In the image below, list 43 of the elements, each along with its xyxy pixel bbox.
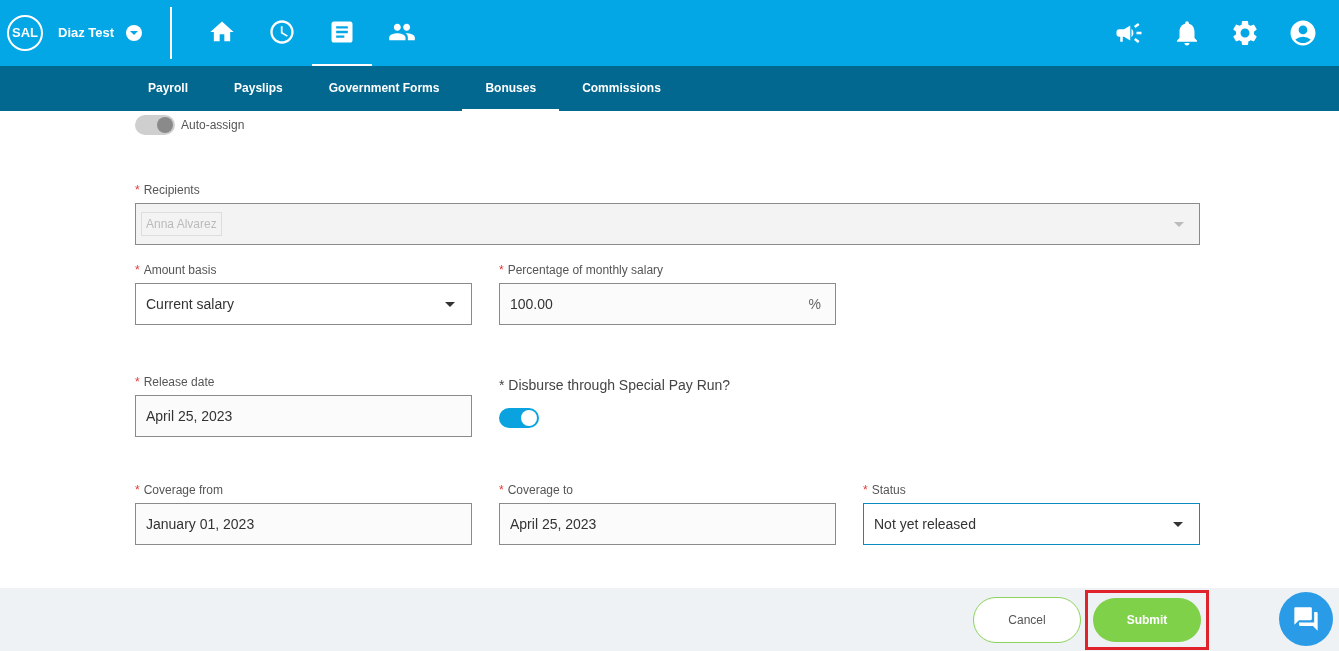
dropdown-field[interactable]: Current salary: [135, 283, 472, 325]
recipient-tag: Anna Alvarez: [141, 212, 222, 236]
toggle-switch[interactable]: [499, 408, 539, 428]
caret-icon: [130, 31, 139, 35]
chat-icon: [1292, 605, 1320, 633]
required-mark: *: [135, 482, 140, 499]
required-mark: *: [499, 482, 504, 499]
field-label: Release date: [143, 374, 215, 391]
required-mark: *: [135, 262, 140, 279]
dropdown-field[interactable]: Not yet released: [863, 503, 1200, 545]
toggle-label: Auto-assign: [181, 117, 245, 134]
sub-nav-tab[interactable]: Government Forms: [305, 66, 463, 111]
sub-nav-tab[interactable]: Bonuses: [462, 66, 560, 111]
sub-nav-tab[interactable]: Payroll: [125, 66, 212, 111]
caret-icon: [445, 301, 455, 307]
required-mark: *: [499, 262, 504, 279]
account-icon: [1288, 18, 1318, 48]
caret-icon: [1174, 221, 1184, 227]
input-field[interactable]: April 25, 2023: [499, 503, 836, 545]
company-name: Diaz Test: [58, 24, 115, 43]
dropdown-button[interactable]: [126, 25, 143, 41]
input-field[interactable]: January 01, 2023: [135, 503, 472, 545]
settings-icon: [1230, 18, 1260, 48]
field-label: Percentage of monthly salary: [507, 262, 664, 279]
input-field[interactable]: April 25, 2023: [135, 395, 472, 437]
field-label: Amount basis: [143, 262, 217, 279]
field-label: Recipients: [143, 182, 200, 199]
field-label: Coverage from: [143, 482, 224, 499]
required-mark: *: [135, 374, 140, 391]
required-mark: *: [863, 482, 868, 499]
chat-button[interactable]: [1279, 592, 1333, 646]
caret-icon: [1173, 521, 1183, 527]
required-mark: *: [135, 182, 140, 199]
cancel-button[interactable]: Cancel: [973, 596, 1081, 643]
input-field[interactable]: 100.00 %: [499, 283, 836, 325]
sub-nav-tab[interactable]: Payslips: [211, 66, 306, 111]
field-label: * Disburse through Special Pay Run?: [499, 376, 732, 395]
unit-label: %: [808, 294, 821, 314]
field-label: Status: [871, 482, 906, 499]
sub-nav-tab[interactable]: Commissions: [559, 66, 684, 111]
clock-icon: [268, 18, 297, 46]
field-label: Coverage to: [507, 482, 574, 499]
logo: SAL: [7, 15, 43, 51]
